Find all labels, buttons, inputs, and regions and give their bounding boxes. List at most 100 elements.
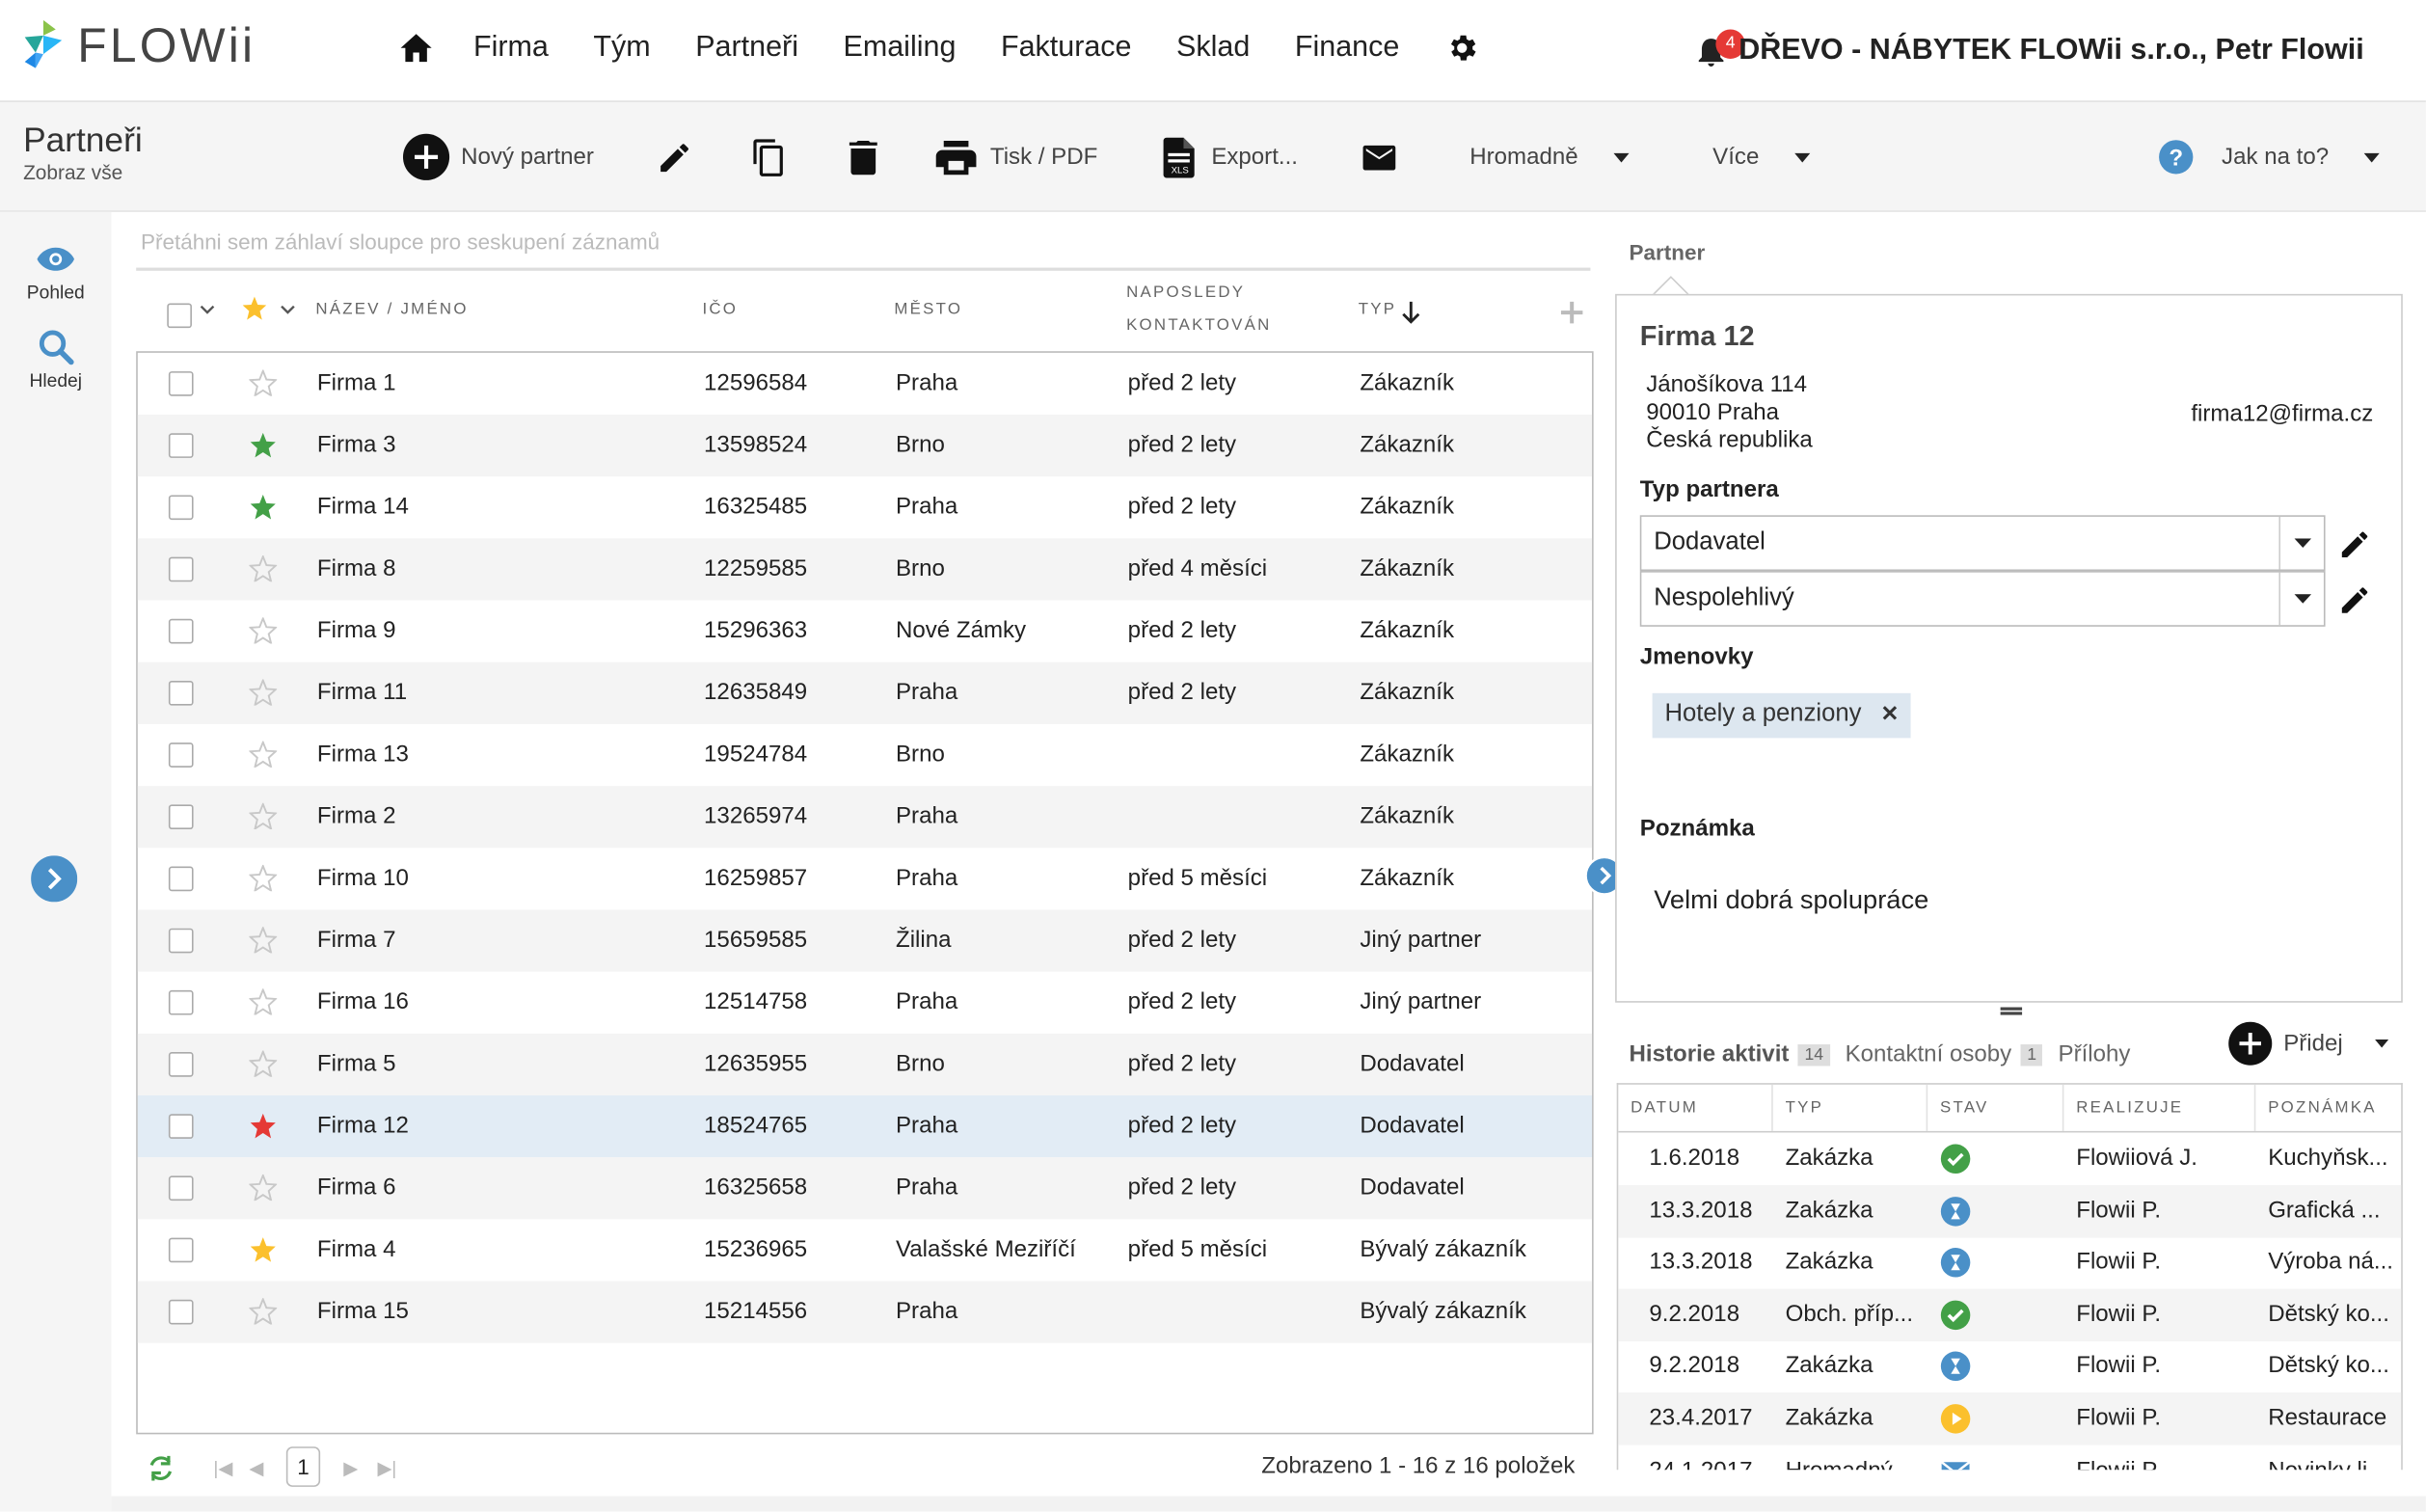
activity-row[interactable]: 1.6.2018 Zakázka Flowiiová J. Kuchyňsk... xyxy=(1618,1132,2401,1185)
row-checkbox[interactable] xyxy=(168,1052,194,1077)
star-outline-icon[interactable] xyxy=(249,617,278,644)
page-subtitle[interactable]: Zobraz vše xyxy=(23,161,122,184)
table-row[interactable]: Firma 4 15236965 Valašské Meziříčí před 5 m… xyxy=(138,1219,1592,1281)
row-checkbox[interactable] xyxy=(168,1114,194,1139)
act-col-status[interactable]: STAV xyxy=(1927,1084,2064,1131)
table-row[interactable]: Firma 1 12596584 Praha před 2 lety Zákazník xyxy=(138,353,1592,415)
col-header-ico[interactable]: IČO xyxy=(702,294,738,327)
partner-type-select-2[interactable]: Nespolehlivý xyxy=(1639,571,2326,627)
tab-attachments[interactable]: Přílohy xyxy=(2059,1041,2131,1067)
email-icon[interactable] xyxy=(1361,102,1397,212)
company-name[interactable]: DŘEVO - NÁBYTEK FLOWii s.r.o., Petr Flow… xyxy=(1739,34,2363,68)
copy-icon[interactable] xyxy=(750,102,788,212)
act-col-by[interactable]: REALIZUJE xyxy=(2063,1084,2256,1131)
group-by-drop-zone[interactable]: Přetáhni sem záhlaví sloupce pro seskupe… xyxy=(136,212,1591,271)
add-activity-button[interactable]: Přidej xyxy=(2227,1021,2390,1066)
activity-row[interactable]: 9.2.2018 Zakázka Flowii P. Dětský ko... xyxy=(1618,1340,2401,1393)
partner-type-select-1[interactable]: Dodavatel xyxy=(1639,515,2326,572)
star-outline-icon[interactable] xyxy=(249,1050,278,1077)
edit-icon[interactable] xyxy=(2337,583,2371,617)
resize-handle[interactable] xyxy=(2000,1007,2023,1015)
table-row[interactable]: Firma 11 12635849 Praha před 2 lety Zákazník xyxy=(137,662,1593,724)
star-outline-icon[interactable] xyxy=(249,369,278,396)
activity-row[interactable]: 13.3.2018 Zakázka Flowii P. Grafická ... xyxy=(1618,1184,2402,1237)
row-checkbox[interactable] xyxy=(168,866,194,892)
current-page[interactable]: 1 xyxy=(285,1446,321,1487)
tab-contacts[interactable]: Kontaktní osoby xyxy=(1846,1041,2012,1067)
nav-emailing[interactable]: Emailing xyxy=(844,31,957,65)
more-dropdown[interactable]: Více xyxy=(1712,102,1812,212)
table-row[interactable]: Firma 6 16325658 Praha před 2 lety Dodavatel xyxy=(137,1157,1593,1220)
table-row[interactable]: Firma 8 12259585 Brno před 4 měsíci Zákazník xyxy=(137,538,1593,601)
table-row[interactable]: Firma 14 16325485 Praha před 2 lety Zákazník xyxy=(138,476,1592,538)
row-checkbox[interactable] xyxy=(168,371,194,396)
col-header-city[interactable]: MĚSTO xyxy=(894,294,962,327)
delete-icon[interactable] xyxy=(847,102,880,212)
row-checkbox[interactable] xyxy=(168,989,194,1015)
remove-tag-icon[interactable]: ✕ xyxy=(1880,701,1899,726)
select-all-checkbox[interactable] xyxy=(167,303,192,329)
next-page-icon[interactable]: ▶ xyxy=(343,1457,358,1478)
star-filter-icon[interactable] xyxy=(241,295,267,320)
table-row[interactable]: Firma 3 13598524 Brno před 2 lety Zákazník xyxy=(137,415,1593,477)
nav-sklad[interactable]: Sklad xyxy=(1176,31,1250,65)
act-col-date[interactable]: DATUM xyxy=(1618,1084,1773,1131)
act-col-type[interactable]: TYP xyxy=(1773,1084,1928,1131)
star-yellow-icon[interactable] xyxy=(249,1236,277,1262)
gear-icon[interactable] xyxy=(1444,31,1478,65)
row-checkbox[interactable] xyxy=(168,742,194,768)
table-row[interactable]: Firma 7 15659585 Žilina před 2 lety Jiný par… xyxy=(137,909,1593,972)
row-checkbox[interactable] xyxy=(168,556,194,582)
table-row[interactable]: Firma 16 12514758 Praha před 2 lety Jiný par… xyxy=(138,972,1592,1034)
row-checkbox[interactable] xyxy=(168,1175,194,1202)
row-checkbox[interactable] xyxy=(168,495,194,521)
star-outline-icon[interactable] xyxy=(249,1298,278,1325)
nav-tym[interactable]: Tým xyxy=(593,31,650,65)
star-outline-icon[interactable] xyxy=(249,1174,278,1202)
home-icon[interactable] xyxy=(399,33,433,64)
partner-email[interactable]: firma12@firma.cz xyxy=(2191,401,2373,427)
star-green-icon[interactable] xyxy=(249,494,277,520)
sort-down-icon[interactable] xyxy=(1400,300,1421,325)
first-page-icon[interactable]: |◀ xyxy=(213,1457,232,1478)
logo[interactable]: FLOWii xyxy=(21,15,256,77)
nav-partneri[interactable]: Partneři xyxy=(695,31,798,65)
table-row[interactable]: Firma 2 13265974 Praha Zákazník xyxy=(137,786,1593,849)
add-column-icon[interactable] xyxy=(1559,300,1584,325)
row-checkbox[interactable] xyxy=(168,433,194,458)
table-row[interactable]: Firma 9 15296363 Nové Zámky před 2 lety Záka… xyxy=(138,601,1592,662)
row-checkbox[interactable] xyxy=(168,618,194,644)
star-green-icon[interactable] xyxy=(249,432,277,458)
col-header-name[interactable]: NÁZEV / JMÉNO xyxy=(315,294,468,327)
col-header-type[interactable]: TYP xyxy=(1359,294,1397,327)
col-header-contacted[interactable]: NAPOSLEDY KONTAKTOVÁN xyxy=(1126,277,1271,341)
nav-finance[interactable]: Finance xyxy=(1295,31,1399,65)
note-text[interactable]: Velmi dobrá spolupráce xyxy=(1654,885,1928,916)
star-outline-icon[interactable] xyxy=(249,927,278,954)
prev-page-icon[interactable]: ◀ xyxy=(249,1457,263,1478)
chevron-down-icon[interactable] xyxy=(200,305,215,315)
act-col-note[interactable]: POZNÁMKA xyxy=(2255,1085,2401,1131)
chevron-down-icon[interactable] xyxy=(280,305,295,315)
activity-row[interactable]: 9.2.2018 Obch. příp... Flowii P. Dětský ko.… xyxy=(1618,1288,2402,1341)
tab-history[interactable]: Historie aktivit xyxy=(1630,1041,1790,1067)
last-page-icon[interactable]: ▶| xyxy=(377,1457,396,1478)
table-row[interactable]: Firma 12 18524765 Praha před 2 lety Dodavate… xyxy=(137,1094,1593,1158)
export-button[interactable]: XLS Export... xyxy=(1162,102,1298,212)
edit-icon[interactable] xyxy=(2337,527,2371,561)
table-row[interactable]: Firma 13 19524784 Brno Zákazník xyxy=(138,724,1592,786)
star-outline-icon[interactable] xyxy=(249,679,278,706)
star-outline-icon[interactable] xyxy=(249,555,278,582)
print-pdf-button[interactable]: Tisk / PDF xyxy=(934,102,1097,212)
star-red-icon[interactable] xyxy=(249,1113,277,1139)
new-partner-button[interactable]: Nový partner xyxy=(402,102,594,212)
expand-sidebar-button[interactable] xyxy=(31,855,78,903)
refresh-icon[interactable] xyxy=(146,1454,176,1482)
bulk-dropdown[interactable]: Hromadně xyxy=(1469,102,1631,212)
star-outline-icon[interactable] xyxy=(249,741,278,768)
edit-icon[interactable] xyxy=(656,102,693,212)
star-outline-icon[interactable] xyxy=(249,988,278,1015)
activity-row[interactable]: 13.3.2018 Zakázka Flowii P. Výroba ná... xyxy=(1618,1236,2401,1289)
star-outline-icon[interactable] xyxy=(249,864,278,892)
nav-firma[interactable]: Firma xyxy=(473,31,549,65)
